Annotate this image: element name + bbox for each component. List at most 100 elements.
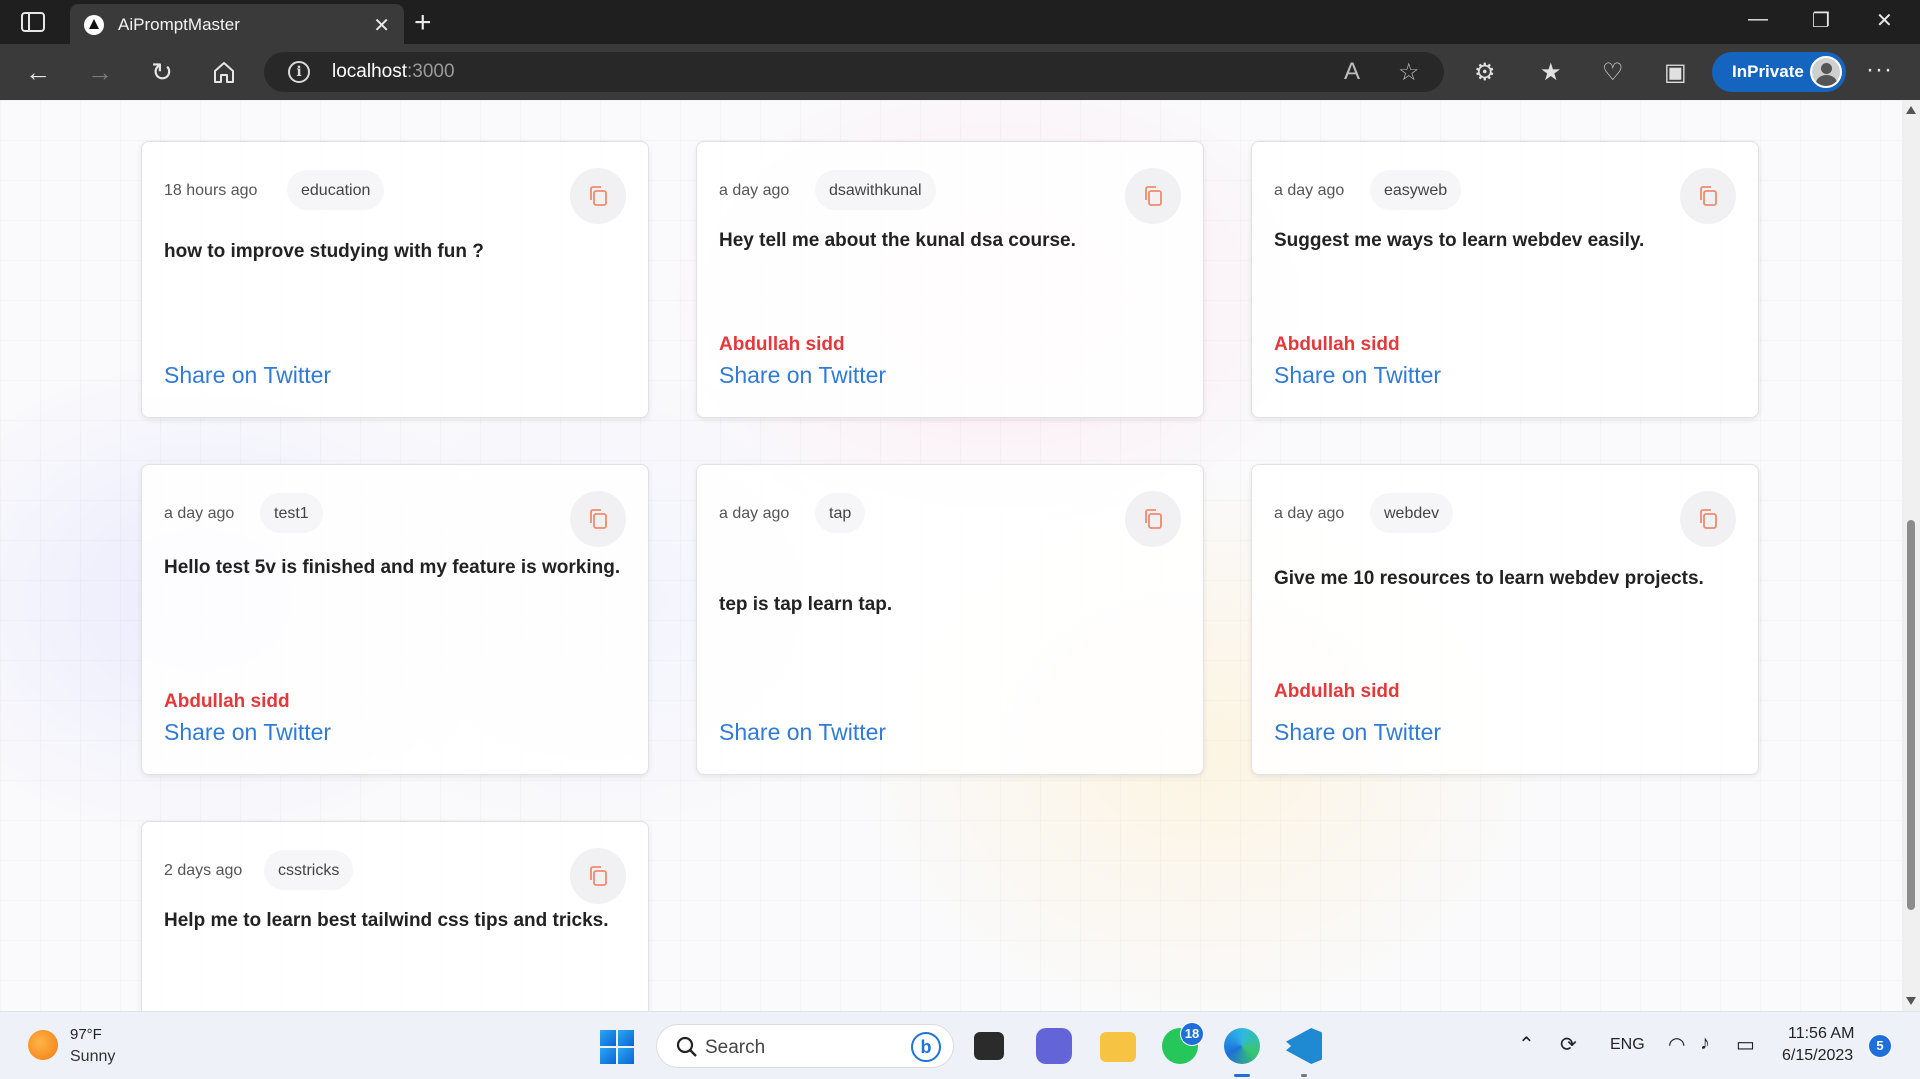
site-info-icon[interactable]: i bbox=[288, 61, 310, 83]
scroll-down-arrow-icon[interactable] bbox=[1906, 997, 1916, 1005]
taskbar: 97°F Sunny Search b 18 ⌃ ⟳ ENG ◠ ♪ ▭ 11:… bbox=[0, 1011, 1920, 1079]
minimize-button[interactable]: — bbox=[1748, 8, 1768, 31]
share-on-twitter-link[interactable]: Share on Twitter bbox=[719, 362, 886, 389]
prompt-card: 18 hours ago education how to improve st… bbox=[141, 141, 649, 418]
refresh-icon[interactable]: ↻ bbox=[148, 58, 176, 86]
card-prompt-text: tep is tap learn tap. bbox=[719, 594, 893, 615]
avatar bbox=[1810, 56, 1842, 88]
whatsapp-badge: 18 bbox=[1180, 1022, 1204, 1046]
card-tag[interactable]: dsawithkunal bbox=[815, 170, 936, 210]
back-icon[interactable]: ← bbox=[24, 58, 52, 86]
active-app-indicator bbox=[1234, 1074, 1250, 1077]
card-tag[interactable]: webdev bbox=[1370, 493, 1454, 533]
chevron-up-icon[interactable]: ⌃ bbox=[1518, 1032, 1535, 1057]
copy-button[interactable] bbox=[1125, 491, 1181, 547]
copy-button[interactable] bbox=[1680, 491, 1736, 547]
volume-icon[interactable]: ♪ bbox=[1700, 1032, 1710, 1055]
copy-icon bbox=[590, 509, 607, 529]
copy-icon bbox=[1700, 509, 1717, 529]
favorite-star-icon[interactable]: ☆ bbox=[1398, 58, 1420, 87]
card-timestamp: 2 days ago bbox=[164, 862, 243, 879]
copy-button[interactable] bbox=[570, 168, 626, 224]
card-tag[interactable]: easyweb bbox=[1370, 170, 1462, 210]
windows-start-icon[interactable] bbox=[600, 1030, 634, 1064]
new-tab-button[interactable]: + bbox=[414, 6, 432, 40]
teams-chat-icon[interactable] bbox=[1036, 1028, 1072, 1064]
search-icon bbox=[676, 1036, 697, 1057]
sync-icon[interactable]: ⟳ bbox=[1560, 1032, 1577, 1057]
card-tag[interactable]: test1 bbox=[260, 493, 323, 533]
weather-temperature[interactable]: 97°F bbox=[70, 1026, 102, 1043]
share-on-twitter-link[interactable]: Share on Twitter bbox=[1274, 719, 1441, 746]
copy-button[interactable] bbox=[570, 848, 626, 904]
vscode-icon[interactable] bbox=[1286, 1028, 1322, 1064]
scrollbar-thumb[interactable] bbox=[1907, 520, 1915, 910]
read-aloud-icon[interactable]: A bbox=[1344, 58, 1360, 86]
copy-button[interactable] bbox=[570, 491, 626, 547]
tab-close-icon[interactable]: ✕ bbox=[373, 13, 390, 38]
card-tag[interactable]: education bbox=[287, 170, 385, 210]
prompt-card: a day ago easyweb Suggest me ways to lea… bbox=[1251, 141, 1759, 418]
card-author[interactable]: Abdullah sidd bbox=[1274, 681, 1400, 703]
home-icon[interactable] bbox=[210, 58, 238, 86]
weather-sun-icon[interactable] bbox=[28, 1030, 58, 1060]
language-indicator[interactable]: ENG bbox=[1610, 1036, 1645, 1054]
weather-condition[interactable]: Sunny bbox=[70, 1048, 115, 1066]
extensions-icon[interactable]: ⚙ bbox=[1474, 58, 1496, 87]
card-author[interactable]: Abdullah sidd bbox=[719, 334, 845, 356]
card-prompt-text: Hello test 5v is finished and my feature… bbox=[164, 557, 621, 578]
page-scrollbar[interactable] bbox=[1902, 100, 1920, 1011]
share-on-twitter-link[interactable]: Share on Twitter bbox=[164, 719, 331, 746]
card-prompt-text: Give me 10 resources to learn webdev pro… bbox=[1274, 568, 1704, 589]
more-options-icon[interactable]: ··· bbox=[1866, 56, 1893, 84]
search-label: Search bbox=[705, 1037, 766, 1058]
prompt-card: a day ago webdev Give me 10 resources to… bbox=[1251, 464, 1759, 775]
copy-icon bbox=[1700, 186, 1717, 206]
prompt-card: a day ago test1 Hello test 5v is finishe… bbox=[141, 464, 649, 775]
prompt-card: a day ago dsawithkunal Hey tell me about… bbox=[696, 141, 1204, 418]
forward-icon[interactable]: → bbox=[86, 58, 114, 86]
copy-button[interactable] bbox=[1680, 168, 1736, 224]
share-on-twitter-link[interactable]: Share on Twitter bbox=[164, 362, 331, 389]
card-tag[interactable]: tap bbox=[815, 493, 866, 533]
running-app-indicator bbox=[1301, 1074, 1307, 1077]
card-timestamp: a day ago bbox=[164, 505, 235, 522]
card-author[interactable]: Abdullah sidd bbox=[164, 691, 290, 713]
file-explorer-icon[interactable] bbox=[1100, 1032, 1136, 1062]
share-on-twitter-link[interactable]: Share on Twitter bbox=[719, 719, 886, 746]
clock-date[interactable]: 6/15/2023 bbox=[1782, 1047, 1853, 1065]
card-timestamp: a day ago bbox=[719, 505, 790, 522]
bing-icon[interactable]: b bbox=[911, 1032, 941, 1062]
clock-time[interactable]: 11:56 AM bbox=[1788, 1025, 1854, 1043]
card-timestamp: 18 hours ago bbox=[164, 182, 258, 199]
card-prompt-text: Hey tell me about the kunal dsa course. bbox=[719, 230, 1076, 251]
task-view-icon[interactable] bbox=[974, 1032, 1004, 1060]
copy-icon bbox=[1145, 509, 1162, 529]
browser-essentials-icon[interactable]: ♡ bbox=[1602, 58, 1624, 87]
edge-browser-icon[interactable] bbox=[1224, 1028, 1260, 1064]
browser-tab[interactable]: AiPromptMaster ✕ bbox=[70, 4, 404, 44]
collections-icon[interactable]: ▣ bbox=[1664, 58, 1687, 87]
favorites-icon[interactable]: ★ bbox=[1540, 58, 1562, 87]
address-bar[interactable]: i localhost:3000 A ☆ bbox=[264, 52, 1444, 92]
inprivate-label: InPrivate bbox=[1732, 62, 1804, 81]
copy-button[interactable] bbox=[1125, 168, 1181, 224]
card-prompt-text: Suggest me ways to learn webdev easily. bbox=[1274, 230, 1645, 251]
taskbar-search-box[interactable]: Search b bbox=[656, 1024, 954, 1068]
sidebar-toggle-icon[interactable] bbox=[20, 11, 46, 33]
scroll-up-arrow-icon[interactable] bbox=[1906, 106, 1916, 114]
battery-icon[interactable]: ▭ bbox=[1736, 1032, 1755, 1057]
inprivate-button[interactable]: InPrivate bbox=[1712, 52, 1846, 92]
close-window-button[interactable]: ✕ bbox=[1876, 8, 1893, 33]
restore-button[interactable]: ❐ bbox=[1812, 8, 1830, 33]
card-author[interactable]: Abdullah sidd bbox=[1274, 334, 1400, 356]
tab-title: AiPromptMaster bbox=[118, 15, 240, 34]
notification-badge[interactable]: 5 bbox=[1868, 1034, 1892, 1058]
wifi-icon[interactable]: ◠ bbox=[1668, 1032, 1685, 1057]
share-on-twitter-link[interactable]: Share on Twitter bbox=[1274, 362, 1441, 389]
prompt-card: 2 days ago csstricks Help me to learn be… bbox=[141, 821, 649, 1011]
page-viewport: 18 hours ago education how to improve st… bbox=[0, 100, 1920, 1011]
card-tag[interactable]: csstricks bbox=[264, 850, 354, 890]
card-prompt-text: how to improve studying with fun ? bbox=[164, 241, 484, 262]
card-prompt-text: Help me to learn best tailwind css tips … bbox=[164, 910, 609, 931]
